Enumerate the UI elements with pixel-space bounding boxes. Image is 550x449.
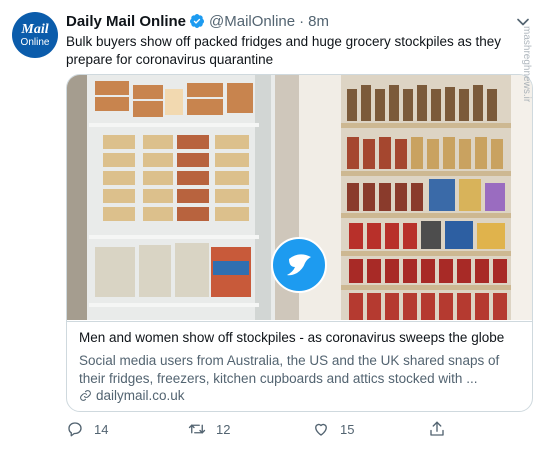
reply-button[interactable]: 14	[66, 420, 108, 438]
action-bar: 14 12 15	[66, 420, 536, 440]
display-name[interactable]: Daily Mail Online	[66, 13, 186, 30]
link-card[interactable]: Men and women show off stockpiles - as c…	[66, 74, 533, 412]
card-image[interactable]	[67, 75, 532, 320]
retweet-icon	[188, 424, 206, 434]
avatar-line2: Online	[20, 36, 50, 48]
retweet-count: 12	[216, 421, 231, 437]
handle[interactable]: @MailOnline	[209, 13, 295, 30]
card-domain-text: dailymail.co.uk	[96, 388, 185, 403]
like-count: 15	[340, 421, 355, 437]
tweet-header: Daily Mail Online @MailOnline · 8m	[66, 12, 329, 30]
like-button[interactable]: 15	[312, 420, 354, 438]
watermark-text: mashreghnews.ir	[521, 26, 532, 103]
tweet[interactable]: Mail Online Daily Mail Online @MailOnlin…	[0, 0, 550, 449]
card-domain[interactable]: dailymail.co.uk	[79, 388, 185, 403]
card-description: Social media users from Australia, the U…	[79, 353, 500, 386]
avatar-line1: Mail	[21, 21, 49, 37]
retweet-button[interactable]: 12	[188, 420, 230, 438]
heart-icon	[315, 423, 327, 436]
tweet-text: Bulk buyers show off packed fridges and …	[66, 34, 501, 67]
card-title[interactable]: Men and women show off stockpiles - as c…	[79, 330, 504, 345]
card-body[interactable]: Men and women show off stockpiles - as c…	[67, 321, 532, 411]
share-button[interactable]	[428, 420, 456, 438]
link-icon	[80, 390, 91, 401]
separator: ·	[299, 12, 305, 30]
share-icon	[430, 421, 444, 436]
timestamp[interactable]: 8m	[308, 13, 329, 30]
verified-badge-icon	[190, 14, 205, 28]
reply-count: 14	[94, 421, 109, 437]
avatar[interactable]: Mail Online	[12, 12, 58, 58]
reply-icon	[68, 422, 82, 437]
